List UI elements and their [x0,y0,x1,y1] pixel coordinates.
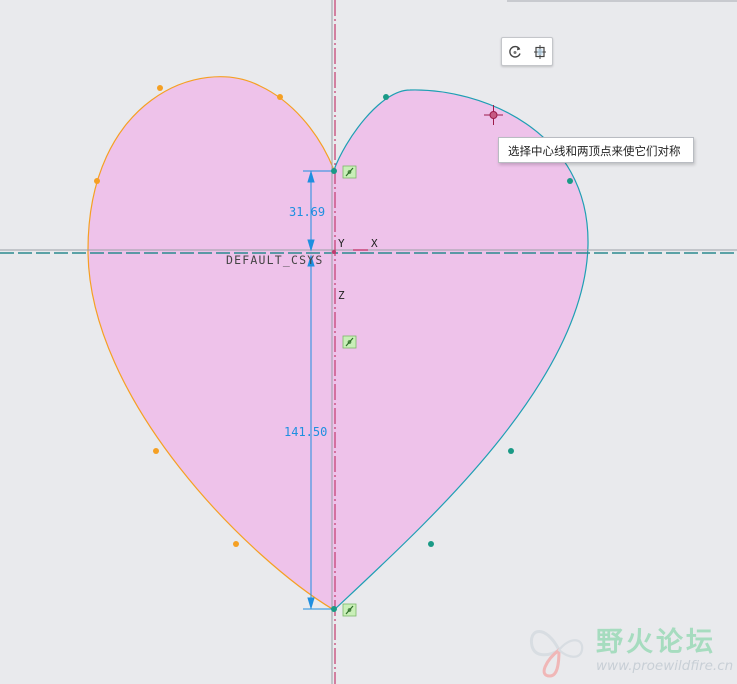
mini-toolbar [501,37,553,66]
axis-z-label: Z [338,289,345,302]
butterfly-logo-icon [529,630,584,678]
forum-watermark: 野火论坛 www.proewildfire.cn [526,614,737,684]
sketch-orientation-icon [533,44,546,59]
tooltip-symmetry-hint: 选择中心线和两顶点来使它们对称 [498,137,694,163]
tangent-constraint-icon[interactable] [342,335,357,349]
origin-point[interactable] [332,250,336,254]
csys-label: DEFAULT_CSYS [226,253,323,267]
dimension-top-text[interactable]: 31.69 [289,205,325,219]
spline-point[interactable] [383,94,389,100]
spline-point[interactable] [428,541,434,547]
spline-point[interactable] [153,448,159,454]
spline-point[interactable] [233,541,239,547]
top-vertex-point[interactable] [331,168,337,174]
sketch-orientation-button[interactable] [530,42,550,62]
spline-point[interactable] [567,178,573,184]
rotate-view-icon [508,45,521,58]
panel-top-edge [507,0,737,2]
axis-y-label: Y [338,237,345,250]
watermark-brand-text: 野火论坛 [596,627,716,658]
spline-point[interactable] [94,178,100,184]
tangent-constraint-icon[interactable] [342,165,357,179]
rotate-view-button[interactable] [505,42,525,62]
bottom-vertex-point[interactable] [331,606,337,612]
watermark-url-text: www.proewildfire.cn [596,658,734,674]
spline-point[interactable] [277,94,283,100]
spline-point[interactable] [157,85,163,91]
spline-point[interactable] [508,448,514,454]
tangent-constraint-icon[interactable] [342,603,357,617]
sketch-canvas[interactable]: 31.69 141.50 DEFAULT_CSYS Y X Z [0,0,737,684]
axis-x-label: X [371,237,378,250]
dimension-bottom-text[interactable]: 141.50 [284,425,327,439]
